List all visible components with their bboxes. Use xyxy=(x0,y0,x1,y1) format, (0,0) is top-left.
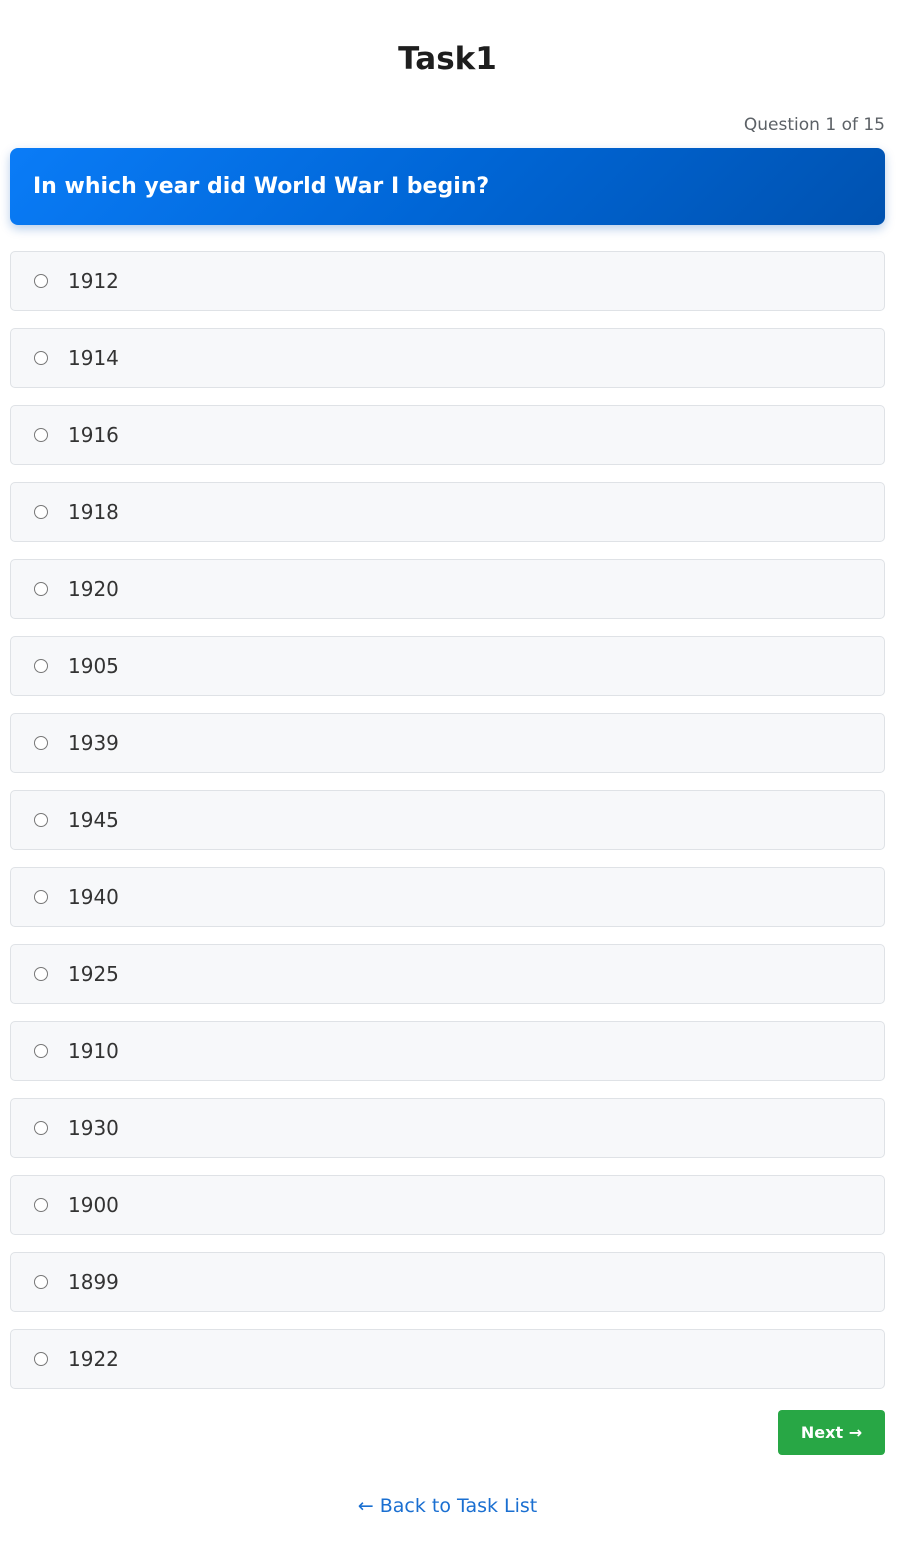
answer-option[interactable]: 1945 xyxy=(10,790,885,850)
answer-option-label: 1916 xyxy=(68,423,119,447)
answer-option-label: 1912 xyxy=(68,269,119,293)
answer-option-label: 1939 xyxy=(68,731,119,755)
radio-button[interactable] xyxy=(34,505,48,519)
question-text: In which year did World War I begin? xyxy=(33,174,490,199)
answer-option[interactable]: 1912 xyxy=(10,251,885,311)
radio-button[interactable] xyxy=(34,1275,48,1289)
back-to-task-list-link[interactable]: ← Back to Task List xyxy=(358,1495,538,1517)
radio-button[interactable] xyxy=(34,890,48,904)
radio-button[interactable] xyxy=(34,274,48,288)
answer-option[interactable]: 1930 xyxy=(10,1098,885,1158)
radio-button[interactable] xyxy=(34,1044,48,1058)
answer-option[interactable]: 1916 xyxy=(10,405,885,465)
radio-button[interactable] xyxy=(34,659,48,673)
answer-option[interactable]: 1899 xyxy=(10,1252,885,1312)
radio-button[interactable] xyxy=(34,351,48,365)
answer-option-label: 1900 xyxy=(68,1193,119,1217)
answer-option[interactable]: 1922 xyxy=(10,1329,885,1389)
question-card: In which year did World War I begin? xyxy=(10,148,885,225)
answer-option-label: 1930 xyxy=(68,1116,119,1140)
answer-option[interactable]: 1914 xyxy=(10,328,885,388)
radio-button[interactable] xyxy=(34,813,48,827)
answer-option[interactable]: 1910 xyxy=(10,1021,885,1081)
back-row: ← Back to Task List xyxy=(10,1495,885,1519)
radio-button[interactable] xyxy=(34,1352,48,1366)
quiz-page: Task1 Question 1 of 15 In which year did… xyxy=(10,0,885,1519)
answer-option[interactable]: 1905 xyxy=(10,636,885,696)
answer-option-label: 1914 xyxy=(68,346,119,370)
answer-option-label: 1905 xyxy=(68,654,119,678)
answer-option[interactable]: 1918 xyxy=(10,482,885,542)
answer-option[interactable]: 1939 xyxy=(10,713,885,773)
radio-button[interactable] xyxy=(34,428,48,442)
answer-option-label: 1918 xyxy=(68,500,119,524)
radio-button[interactable] xyxy=(34,582,48,596)
page-title: Task1 xyxy=(398,41,497,77)
radio-button[interactable] xyxy=(34,1121,48,1135)
radio-button[interactable] xyxy=(34,1198,48,1212)
question-progress: Question 1 of 15 xyxy=(743,115,885,135)
answer-option-label: 1925 xyxy=(68,962,119,986)
answer-option[interactable]: 1920 xyxy=(10,559,885,619)
answer-option[interactable]: 1940 xyxy=(10,867,885,927)
answer-option[interactable]: 1900 xyxy=(10,1175,885,1235)
answer-option-label: 1922 xyxy=(68,1347,119,1371)
radio-button[interactable] xyxy=(34,736,48,750)
answer-option-label: 1910 xyxy=(68,1039,119,1063)
next-button[interactable]: Next → xyxy=(778,1410,885,1455)
answer-option-label: 1945 xyxy=(68,808,119,832)
answer-option[interactable]: 1925 xyxy=(10,944,885,1004)
answer-option-label: 1899 xyxy=(68,1270,119,1294)
answer-option-label: 1940 xyxy=(68,885,119,909)
radio-button[interactable] xyxy=(34,967,48,981)
answer-option-label: 1920 xyxy=(68,577,119,601)
navigation-row: Next → xyxy=(10,1410,885,1455)
options-list: 1912 1914 1916 1918 1920 1905 1939 1945 xyxy=(10,251,885,1389)
